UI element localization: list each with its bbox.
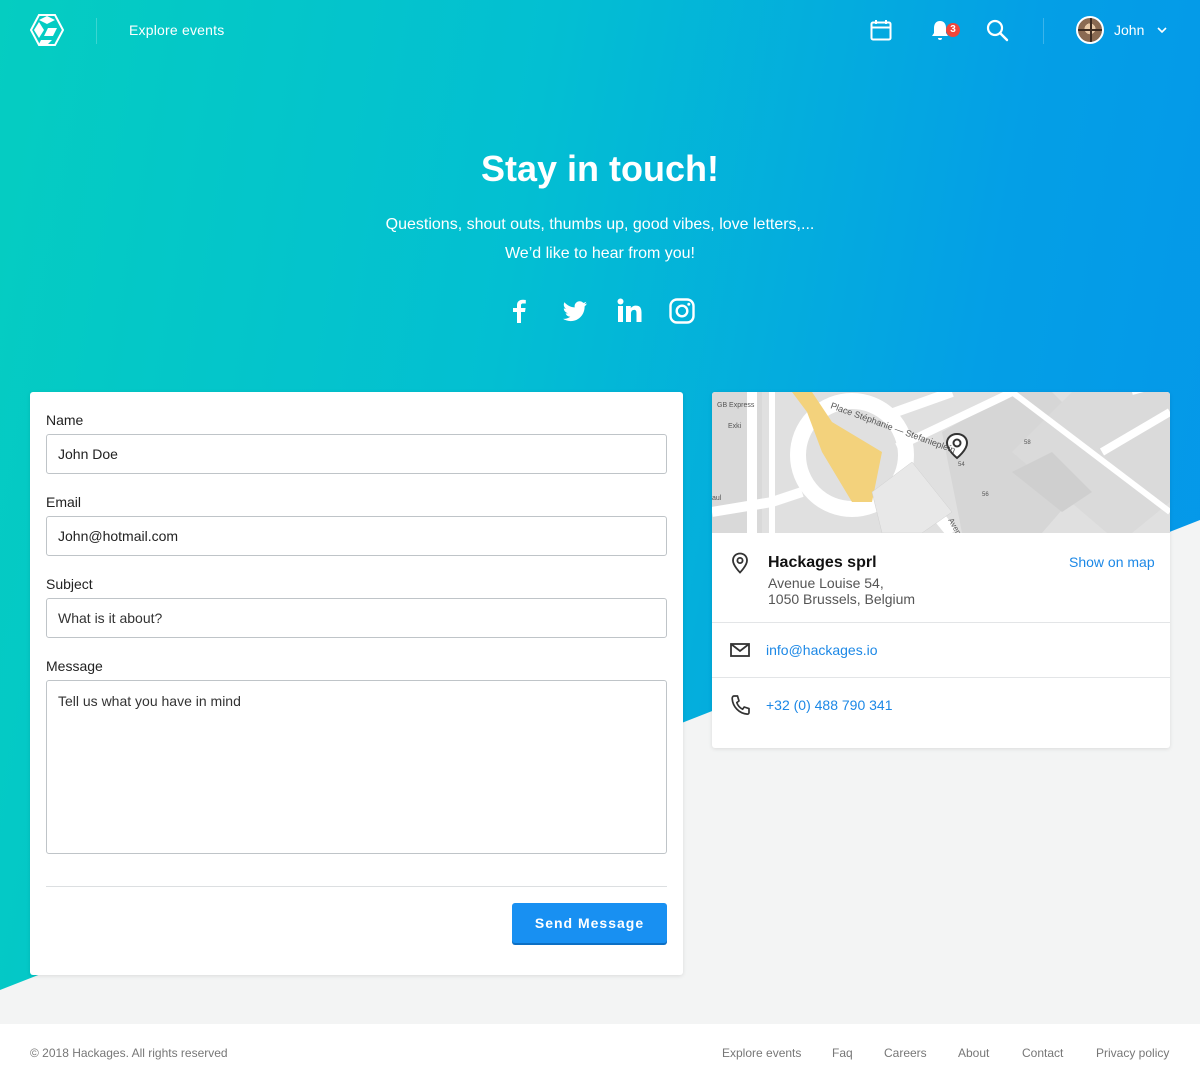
svg-text:56: 56 [982, 492, 989, 498]
hero-subtitle: Questions, shout outs, thumbs up, good v… [385, 216, 815, 233]
nav-explore-events[interactable]: Explore events [129, 22, 224, 38]
notification-badge: 3 [946, 23, 960, 37]
header-divider [96, 18, 97, 44]
svg-text:Exki: Exki [728, 423, 742, 430]
page-title: Stay in touch! [480, 148, 719, 189]
header-divider [1043, 18, 1044, 44]
chevron-down-icon[interactable] [1156, 24, 1168, 36]
footer-link-contact[interactable]: Contact [1022, 1046, 1063, 1060]
location-pin-icon [732, 552, 748, 574]
calendar-icon[interactable] [869, 18, 893, 42]
phone-link[interactable]: +32 (0) 488 790 341 [766, 697, 893, 713]
show-on-map-link[interactable]: Show on map [1069, 554, 1155, 570]
linkedin-icon[interactable] [615, 296, 645, 326]
email-link[interactable]: info@hackages.io [766, 642, 878, 658]
email-label: Email [46, 494, 82, 510]
facebook-icon[interactable] [504, 296, 534, 326]
footer-link-explore-events[interactable]: Explore events [722, 1046, 801, 1060]
company-name: Hackages sprl [768, 554, 877, 571]
address-line: Avenue Louise 54, [768, 575, 884, 591]
phone-icon [731, 695, 750, 715]
svg-text:GB Express: GB Express [717, 402, 755, 409]
message-textarea[interactable] [46, 680, 667, 854]
location-map[interactable]: GB Express Exki aul Place Stéphanie — St… [712, 392, 1170, 533]
info-divider [712, 622, 1170, 623]
email-input[interactable] [46, 516, 667, 556]
svg-text:54: 54 [958, 462, 965, 468]
twitter-icon[interactable] [560, 296, 590, 326]
svg-text:aul: aul [712, 495, 722, 502]
name-label: Name [46, 412, 84, 428]
footer: © 2018 Hackages. All rights reserved Exp… [0, 1024, 1200, 1084]
address-line: 1050 Brussels, Belgium [768, 591, 916, 607]
instagram-icon[interactable] [667, 296, 697, 326]
name-input[interactable] [46, 434, 667, 474]
contact-form-card: Name Email Subject Message Send Message [30, 392, 683, 975]
user-avatar[interactable] [1076, 16, 1104, 44]
hackages-logo-icon[interactable] [30, 14, 64, 46]
top-navigation-bar: Explore events 3 John [0, 0, 1200, 62]
footer-link-faq[interactable]: Faq [832, 1046, 853, 1060]
mail-icon [730, 643, 750, 657]
subject-input[interactable] [46, 598, 667, 638]
footer-link-about[interactable]: About [958, 1046, 989, 1060]
message-label: Message [46, 658, 103, 674]
subject-label: Subject [46, 576, 93, 592]
footer-link-privacy-policy[interactable]: Privacy policy [1096, 1046, 1169, 1060]
svg-text:58: 58 [1024, 440, 1031, 446]
contact-info-card: GB Express Exki aul Place Stéphanie — St… [712, 392, 1170, 748]
search-icon[interactable] [985, 18, 1009, 42]
copyright-text: © 2018 Hackages. All rights reserved [30, 1046, 228, 1060]
hero-subtitle: We’d like to hear from you! [504, 245, 695, 262]
form-divider [46, 886, 667, 887]
info-divider [712, 677, 1170, 678]
footer-link-careers[interactable]: Careers [884, 1046, 927, 1060]
send-message-button[interactable]: Send Message [512, 903, 667, 943]
user-name[interactable]: John [1114, 22, 1144, 38]
